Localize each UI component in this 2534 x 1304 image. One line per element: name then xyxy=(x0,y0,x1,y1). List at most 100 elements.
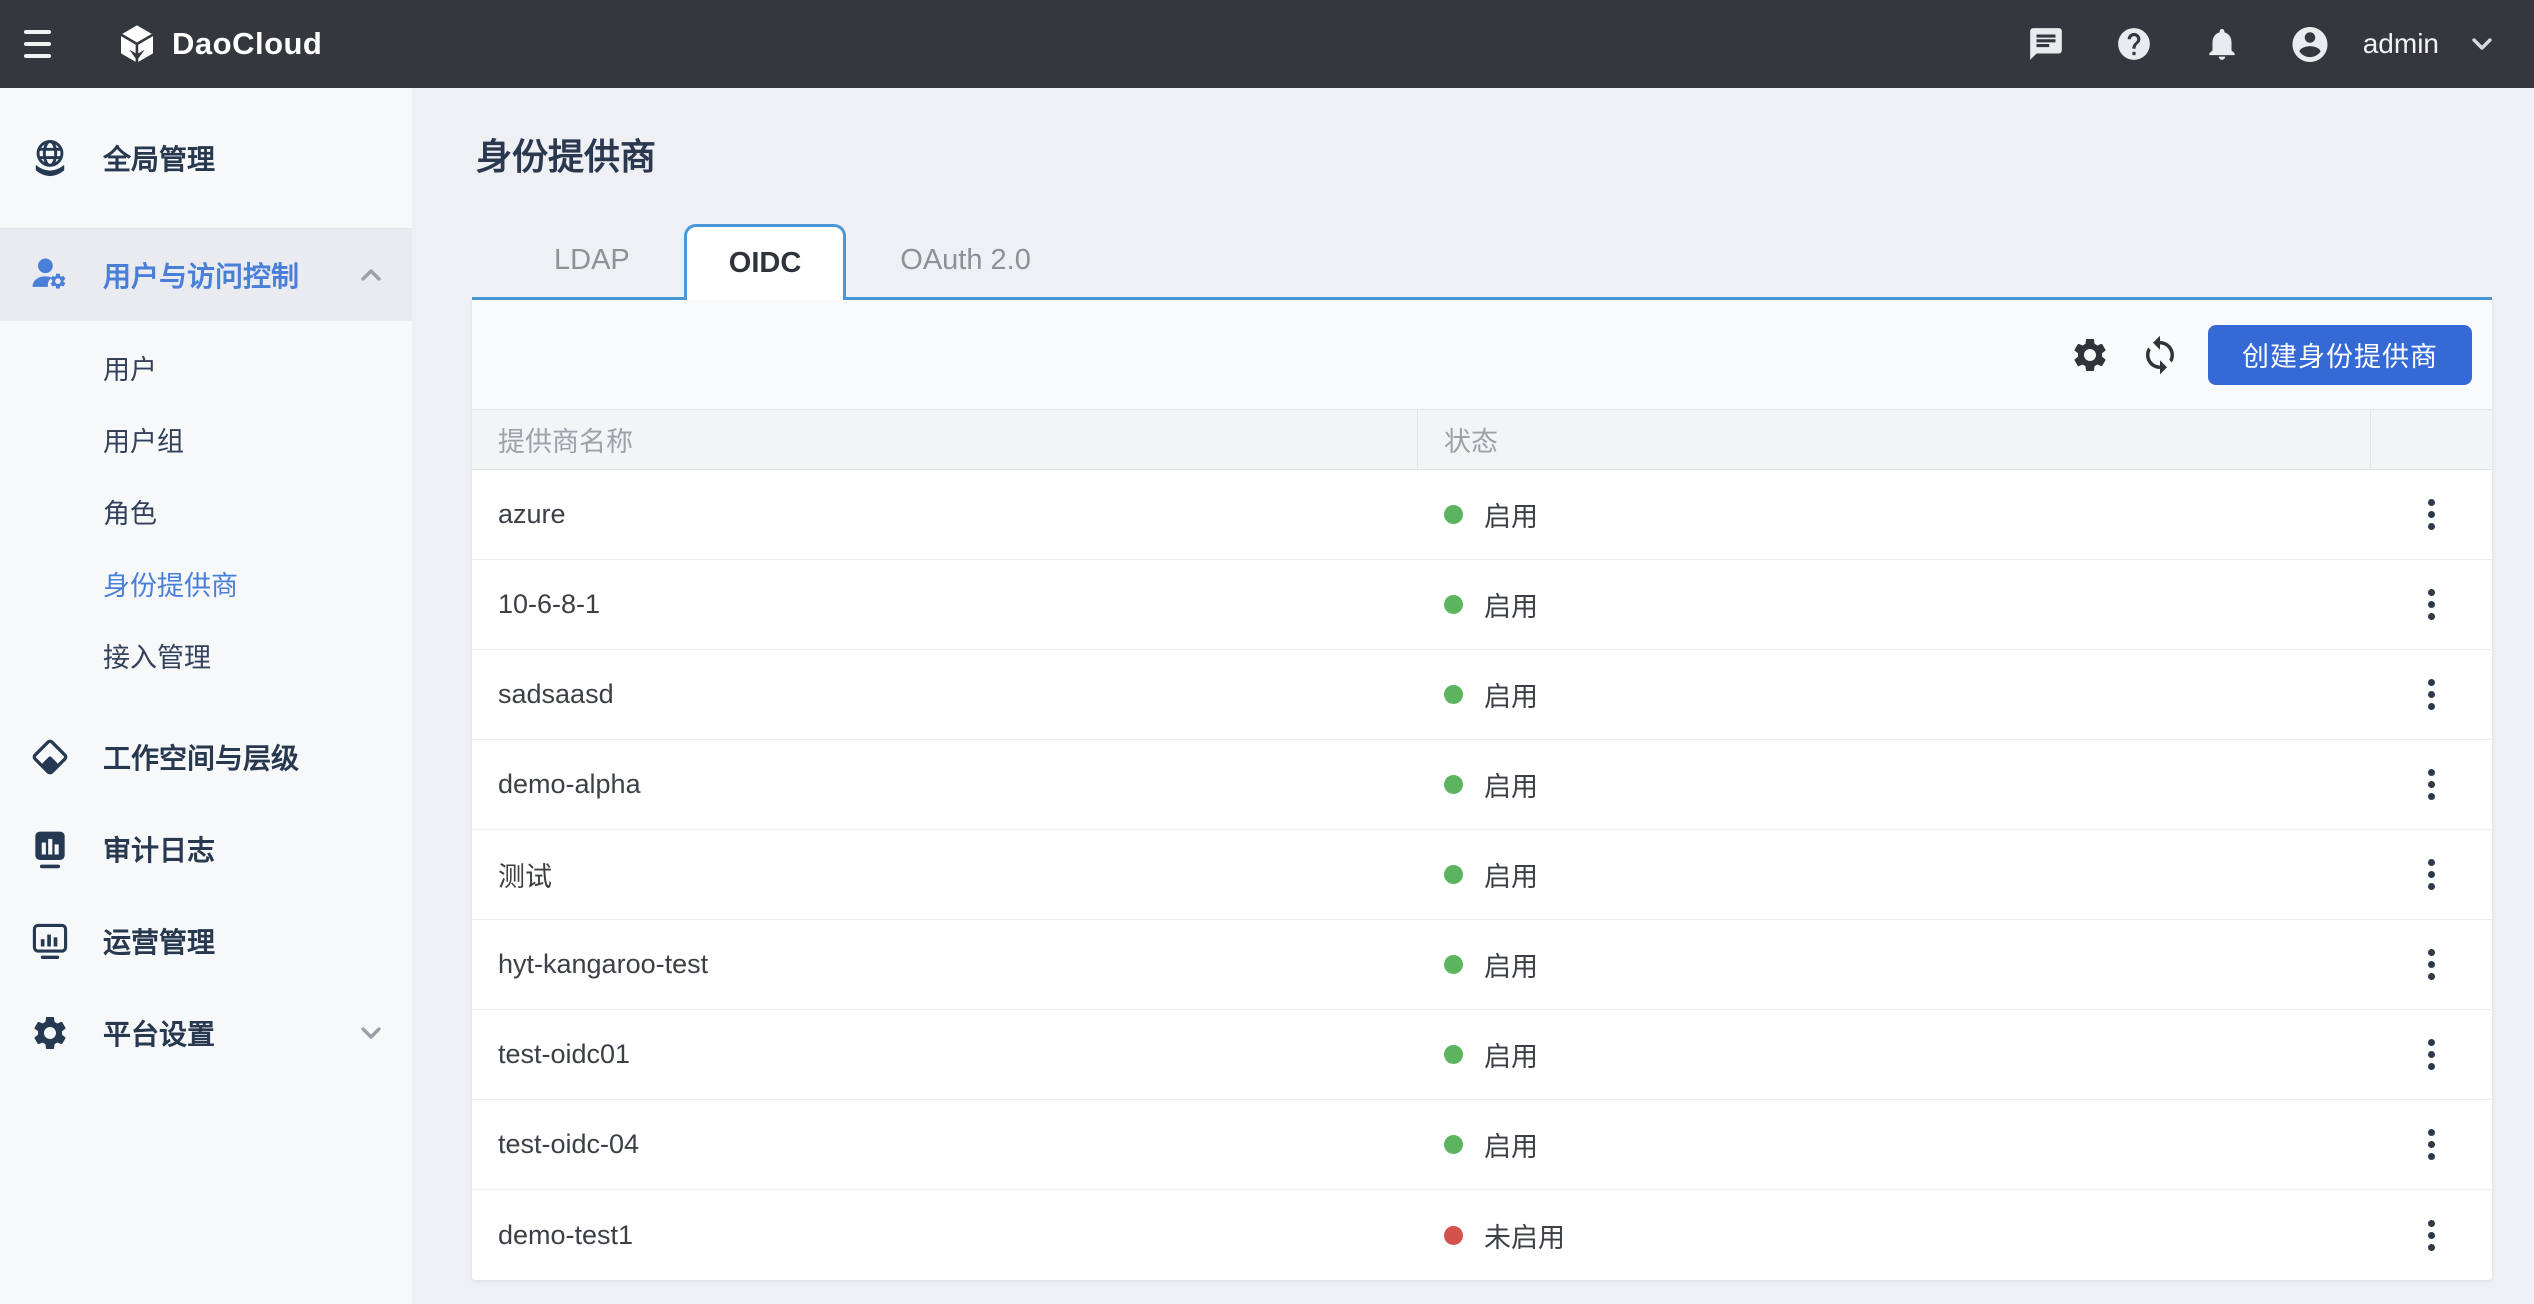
table-row: 测试 启用 xyxy=(472,830,2492,920)
message-icon[interactable] xyxy=(2025,23,2067,65)
globe-icon xyxy=(28,136,72,180)
workspace-icon xyxy=(28,735,72,779)
provider-name: test-oidc01 xyxy=(472,1010,1418,1099)
sidebar: 全局管理 用户与访问控制 用户 用户组 角色 身份提供商 xyxy=(0,88,412,1304)
topbar: DaoCloud admin xyxy=(0,0,2534,88)
status-label: 启用 xyxy=(1484,765,1538,804)
kebab-menu-button[interactable] xyxy=(2418,1029,2445,1080)
tab-ldap[interactable]: LDAP xyxy=(512,224,672,297)
status-label: 启用 xyxy=(1484,495,1538,534)
tab-oidc[interactable]: OIDC xyxy=(684,224,847,300)
status-dot xyxy=(1444,595,1463,614)
status-dot xyxy=(1444,1135,1463,1154)
user-menu[interactable]: admin xyxy=(2289,23,2493,65)
kebab-menu-button[interactable] xyxy=(2418,489,2445,540)
table-header: 提供商名称 状态 xyxy=(472,409,2492,470)
status-label: 启用 xyxy=(1484,855,1538,894)
status-label: 未启用 xyxy=(1484,1216,1565,1255)
table-row: test-oidc-04 启用 xyxy=(472,1100,2492,1190)
chevron-down-icon xyxy=(2471,37,2493,51)
provider-name: demo-alpha xyxy=(472,740,1418,829)
provider-name: sadsaasd xyxy=(472,650,1418,739)
sidebar-item-workspace-hierarchy[interactable]: 工作空间与层级 xyxy=(0,711,412,803)
provider-status: 启用 xyxy=(1418,1010,2371,1099)
audit-log-icon xyxy=(28,827,72,871)
provider-status: 启用 xyxy=(1418,830,2371,919)
status-dot xyxy=(1444,1226,1463,1245)
topbar-actions: admin xyxy=(2025,23,2493,65)
column-header-actions xyxy=(2371,410,2492,469)
column-header-status: 状态 xyxy=(1418,410,2371,469)
sidebar-item-label: 全局管理 xyxy=(103,138,215,178)
sidebar-item-platform-settings[interactable]: 平台设置 xyxy=(0,987,412,1079)
kebab-menu-button[interactable] xyxy=(2418,1119,2445,1170)
username-label: admin xyxy=(2363,28,2439,60)
table-toolbar: 创建身份提供商 xyxy=(472,300,2492,409)
tab-bar: LDAP OIDC OAuth 2.0 xyxy=(472,222,2492,300)
settings-icon[interactable] xyxy=(2068,333,2112,377)
status-dot xyxy=(1444,1045,1463,1064)
provider-status: 启用 xyxy=(1418,740,2371,829)
status-label: 启用 xyxy=(1484,1125,1538,1164)
help-icon[interactable] xyxy=(2113,23,2155,65)
sidebar-item-label: 审计日志 xyxy=(103,829,215,869)
provider-name: azure xyxy=(472,470,1418,559)
provider-status: 启用 xyxy=(1418,1100,2371,1189)
sidebar-item-access-management[interactable]: 接入管理 xyxy=(0,619,412,691)
provider-status: 启用 xyxy=(1418,470,2371,559)
sidebar-item-global-management[interactable]: 全局管理 xyxy=(0,112,412,204)
sidebar-item-label: 平台设置 xyxy=(103,1013,215,1053)
kebab-menu-button[interactable] xyxy=(2418,669,2445,720)
sidebar-item-label: 工作空间与层级 xyxy=(103,737,299,777)
provider-status: 启用 xyxy=(1418,650,2371,739)
kebab-menu-button[interactable] xyxy=(2418,849,2445,900)
providers-panel: 创建身份提供商 提供商名称 状态 azure 启用 10-6-8-1 启 xyxy=(472,300,2492,1280)
sidebar-item-label: 用户与访问控制 xyxy=(103,255,299,295)
page-title: 身份提供商 xyxy=(476,128,2492,180)
status-dot xyxy=(1444,955,1463,974)
sidebar-item-users-access-control[interactable]: 用户与访问控制 xyxy=(0,229,412,321)
user-gear-icon xyxy=(28,253,72,297)
refresh-icon[interactable] xyxy=(2138,333,2182,377)
notification-icon[interactable] xyxy=(2201,23,2243,65)
kebab-menu-button[interactable] xyxy=(2418,939,2445,990)
kebab-menu-button[interactable] xyxy=(2418,759,2445,810)
table-row: demo-test1 未启用 xyxy=(472,1190,2492,1280)
menu-toggle-icon[interactable] xyxy=(24,22,68,66)
status-dot xyxy=(1444,775,1463,794)
daocloud-cube-icon xyxy=(114,21,160,67)
tab-oauth2[interactable]: OAuth 2.0 xyxy=(858,224,1073,297)
main-content: 身份提供商 LDAP OIDC OAuth 2.0 创建身份提供商 xyxy=(412,88,2534,1304)
sidebar-item-users[interactable]: 用户 xyxy=(0,331,412,403)
sidebar-item-roles[interactable]: 角色 xyxy=(0,475,412,547)
chevron-down-icon xyxy=(360,1026,382,1040)
brand-logo[interactable]: DaoCloud xyxy=(114,21,322,67)
status-label: 启用 xyxy=(1484,585,1538,624)
create-provider-button[interactable]: 创建身份提供商 xyxy=(2208,325,2472,385)
status-dot xyxy=(1444,505,1463,524)
status-label: 启用 xyxy=(1484,945,1538,984)
sidebar-item-label: 运营管理 xyxy=(103,921,215,961)
operations-icon xyxy=(28,919,72,963)
sidebar-submenu: 用户 用户组 角色 身份提供商 接入管理 xyxy=(0,321,412,699)
table-row: hyt-kangaroo-test 启用 xyxy=(472,920,2492,1010)
provider-name: 10-6-8-1 xyxy=(472,560,1418,649)
status-dot xyxy=(1444,685,1463,704)
table-row: sadsaasd 启用 xyxy=(472,650,2492,740)
provider-status: 启用 xyxy=(1418,920,2371,1009)
sidebar-item-identity-providers[interactable]: 身份提供商 xyxy=(0,547,412,619)
sidebar-item-audit-logs[interactable]: 审计日志 xyxy=(0,803,412,895)
kebab-menu-button[interactable] xyxy=(2418,1210,2445,1261)
gear-icon xyxy=(28,1011,72,1055)
column-header-provider-name: 提供商名称 xyxy=(472,410,1418,469)
table-row: demo-alpha 启用 xyxy=(472,740,2492,830)
status-label: 启用 xyxy=(1484,1035,1538,1074)
sidebar-item-user-groups[interactable]: 用户组 xyxy=(0,403,412,475)
avatar-icon xyxy=(2289,23,2331,65)
table-row: azure 启用 xyxy=(472,470,2492,560)
kebab-menu-button[interactable] xyxy=(2418,579,2445,630)
provider-name: 测试 xyxy=(472,830,1418,919)
table-row: test-oidc01 启用 xyxy=(472,1010,2492,1100)
sidebar-item-operations-management[interactable]: 运营管理 xyxy=(0,895,412,987)
provider-status: 未启用 xyxy=(1418,1190,2371,1280)
